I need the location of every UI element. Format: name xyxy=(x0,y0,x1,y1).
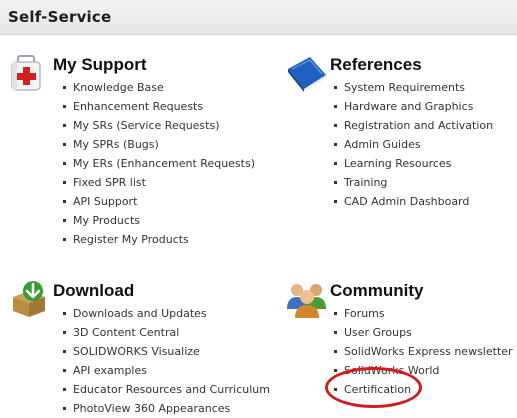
section-title: References xyxy=(330,55,422,74)
link-learning-resources[interactable]: Learning Resources xyxy=(334,154,493,173)
my-support-links: Knowledge Base Enhancement Requests My S… xyxy=(63,78,255,249)
link-my-products[interactable]: My Products xyxy=(63,211,255,230)
link-solidworks-visualize[interactable]: SOLIDWORKS Visualize xyxy=(63,342,270,361)
link-my-sprs[interactable]: My SPRs (Bugs) xyxy=(63,135,255,154)
link-admin-guides[interactable]: Admin Guides xyxy=(334,135,493,154)
link-system-requirements[interactable]: System Requirements xyxy=(334,78,493,97)
blue-book-icon xyxy=(286,53,326,93)
link-enhancement-requests[interactable]: Enhancement Requests xyxy=(63,97,255,116)
references-links: System Requirements Hardware and Graphic… xyxy=(334,78,493,211)
link-training[interactable]: Training xyxy=(334,173,493,192)
link-solidworks-express-newsletter[interactable]: SolidWorks Express newsletter xyxy=(334,342,513,361)
link-knowledge-base[interactable]: Knowledge Base xyxy=(63,78,255,97)
download-box-icon xyxy=(9,279,49,319)
link-certification[interactable]: Certification xyxy=(334,380,513,399)
link-solidworks-world[interactable]: SolidWorks World xyxy=(334,361,513,380)
people-group-icon xyxy=(286,279,326,319)
section-title: Community xyxy=(330,281,424,300)
page-title: Self-Service xyxy=(8,8,112,26)
link-hardware-and-graphics[interactable]: Hardware and Graphics xyxy=(334,97,493,116)
link-educator-resources[interactable]: Educator Resources and Curriculum xyxy=(63,380,270,399)
link-3d-content-central[interactable]: 3D Content Central xyxy=(63,323,270,342)
link-forums[interactable]: Forums xyxy=(334,304,513,323)
link-api-examples[interactable]: API examples xyxy=(63,361,270,380)
self-service-header: Self-Service xyxy=(0,0,517,35)
section-title: Download xyxy=(53,281,135,300)
link-api-support[interactable]: API Support xyxy=(63,192,255,211)
section-title: My Support xyxy=(53,55,147,74)
link-fixed-spr-list[interactable]: Fixed SPR list xyxy=(63,173,255,192)
link-my-ers[interactable]: My ERs (Enhancement Requests) xyxy=(63,154,255,173)
link-my-srs[interactable]: My SRs (Service Requests) xyxy=(63,116,255,135)
community-links: Forums User Groups SolidWorks Express ne… xyxy=(334,304,513,399)
download-links: Downloads and Updates 3D Content Central… xyxy=(63,304,270,418)
link-photoview-360-appearances[interactable]: PhotoView 360 Appearances xyxy=(63,399,270,418)
link-downloads-and-updates[interactable]: Downloads and Updates xyxy=(63,304,270,323)
link-register-my-products[interactable]: Register My Products xyxy=(63,230,255,249)
link-cad-admin-dashboard[interactable]: CAD Admin Dashboard xyxy=(334,192,493,211)
link-user-groups[interactable]: User Groups xyxy=(334,323,513,342)
link-registration-and-activation[interactable]: Registration and Activation xyxy=(334,116,493,135)
first-aid-kit-icon xyxy=(9,53,49,93)
